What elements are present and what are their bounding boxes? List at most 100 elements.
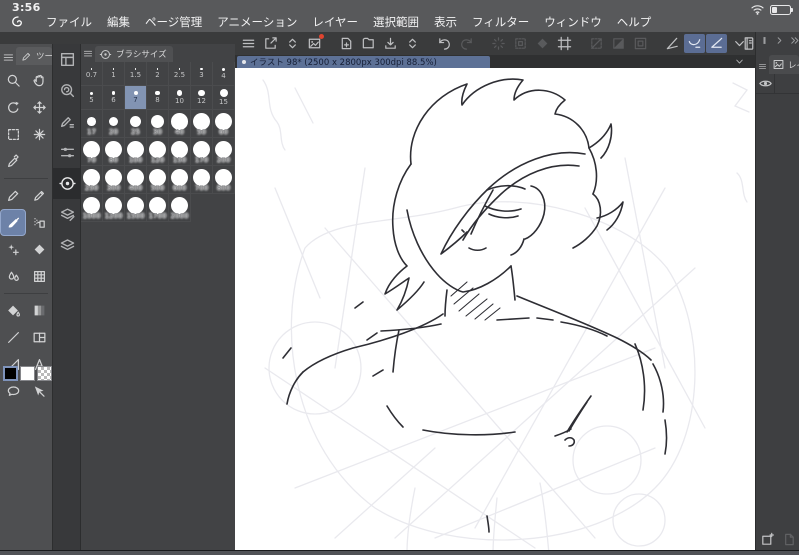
- brush-size-15[interactable]: 15: [213, 86, 235, 110]
- brush-size-8[interactable]: 8: [147, 86, 169, 110]
- menu-item-6[interactable]: 表示: [434, 14, 457, 30]
- redo-button[interactable]: [456, 34, 477, 53]
- tool-operation[interactable]: [26, 378, 52, 405]
- brush-size-800[interactable]: 800: [213, 166, 235, 194]
- tool-rotate-canvas[interactable]: [0, 94, 26, 121]
- snap-special-ruler-button[interactable]: [683, 34, 705, 53]
- main-menu-button[interactable]: [238, 34, 259, 53]
- tool-frame-border[interactable]: [26, 324, 52, 351]
- palette-button-layers[interactable]: [53, 230, 81, 261]
- brush-size-200[interactable]: 200: [213, 138, 235, 166]
- document-tab[interactable]: イラスト 98* (2500 x 2800px 300dpi 88.5%): [237, 55, 490, 68]
- layer-panel-menu-icon[interactable]: [758, 61, 767, 72]
- brush-size-700[interactable]: 700: [191, 166, 213, 194]
- brush-size-2000[interactable]: 2000: [169, 194, 191, 222]
- palette-button-brush-size[interactable]: [53, 168, 81, 199]
- brush-size-40[interactable]: 40: [169, 110, 191, 138]
- brush-size-1[interactable]: 1: [103, 62, 125, 86]
- brush-size-7[interactable]: 7: [125, 86, 147, 110]
- brush-size-600[interactable]: 600: [169, 166, 191, 194]
- panel-expand-all-icon[interactable]: [789, 35, 799, 46]
- brush-size-70[interactable]: 70: [81, 138, 103, 166]
- brush-size-170[interactable]: 170: [191, 138, 213, 166]
- brush-size-tab[interactable]: ブラシサイズ: [95, 46, 173, 62]
- deselect-button[interactable]: [586, 34, 607, 53]
- brush-size-1-5[interactable]: 1.5: [125, 62, 147, 86]
- select-launcher-button[interactable]: [488, 34, 509, 53]
- brush-size-1200[interactable]: 1200: [103, 194, 125, 222]
- menu-item-5[interactable]: 選択範囲: [373, 14, 419, 30]
- tool-fill[interactable]: [0, 297, 26, 324]
- main-color-swatch[interactable]: [3, 366, 18, 381]
- clip-studio-logo-icon[interactable]: [10, 14, 26, 30]
- brush-size-300[interactable]: 300: [103, 166, 125, 194]
- canvas[interactable]: [235, 68, 755, 555]
- panel-expand-icon[interactable]: [774, 35, 785, 46]
- save-file-button[interactable]: [380, 34, 401, 53]
- new-canvas-button[interactable]: [336, 34, 357, 53]
- brush-size-500[interactable]: 500: [147, 166, 169, 194]
- brush-size-5[interactable]: 5: [81, 86, 103, 110]
- crop-frame-button[interactable]: [554, 34, 575, 53]
- brush-size-25[interactable]: 25: [125, 110, 147, 138]
- layer-panel-tab[interactable]: レイヤー: [769, 55, 799, 74]
- layer-row[interactable]: [756, 74, 799, 94]
- brush-size-50[interactable]: 50: [191, 110, 213, 138]
- tool-hand[interactable]: [26, 67, 52, 94]
- snap-grid-button[interactable]: [705, 34, 727, 53]
- new-page-icon[interactable]: [781, 532, 796, 547]
- brush-size-60[interactable]: 60: [213, 110, 235, 138]
- brush-size-12[interactable]: 12: [191, 86, 213, 110]
- palette-button-tool-property[interactable]: [53, 44, 81, 75]
- brush-size-17[interactable]: 17: [81, 110, 103, 138]
- tool-gradient[interactable]: [26, 297, 52, 324]
- menu-item-2[interactable]: ページ管理: [145, 14, 202, 30]
- brush-size-30[interactable]: 30: [147, 110, 169, 138]
- open-file-button[interactable]: [358, 34, 379, 53]
- eye-icon[interactable]: [756, 74, 775, 93]
- brush-size-2-5[interactable]: 2.5: [169, 62, 191, 86]
- brush-size-1000[interactable]: 1000: [81, 194, 103, 222]
- tab-bar-chevron-icon[interactable]: [734, 55, 745, 68]
- new-layer-icon[interactable]: [760, 532, 775, 547]
- tool-decoration[interactable]: [0, 236, 26, 263]
- tool-pencil[interactable]: [26, 182, 52, 209]
- brush-size-10[interactable]: 10: [169, 86, 191, 110]
- tool-liquify[interactable]: [26, 263, 52, 290]
- brush-size-3[interactable]: 3: [191, 62, 213, 86]
- tool-auto-select[interactable]: [26, 121, 52, 148]
- menu-item-1[interactable]: 編集: [107, 14, 130, 30]
- menu-item-8[interactable]: ウィンドウ: [544, 14, 602, 30]
- tool-selection[interactable]: [0, 121, 26, 148]
- tool-palette-menu-icon[interactable]: [2, 52, 15, 64]
- menu-item-0[interactable]: ファイル: [46, 14, 92, 30]
- sub-color-swatch[interactable]: [20, 366, 35, 381]
- tool-eraser[interactable]: [26, 236, 52, 263]
- brush-size-1500[interactable]: 1500: [125, 194, 147, 222]
- brush-size-80[interactable]: 80: [103, 138, 125, 166]
- brush-size-400[interactable]: 400: [125, 166, 147, 194]
- snap-ruler-button[interactable]: [662, 34, 683, 53]
- edit-shortcut-button[interactable]: [260, 34, 281, 53]
- brush-size-20[interactable]: 20: [103, 110, 125, 138]
- tool-blend[interactable]: [0, 263, 26, 290]
- transparent-color-swatch[interactable]: [37, 366, 52, 381]
- brush-size-0-7[interactable]: 0.7: [81, 62, 103, 86]
- panel-bar-icon[interactable]: [759, 35, 770, 46]
- fill-diamond-button[interactable]: [532, 34, 553, 53]
- menu-item-3[interactable]: アニメーション: [217, 14, 297, 30]
- gallery-button[interactable]: [304, 34, 325, 53]
- brush-size-4[interactable]: 4: [213, 62, 235, 86]
- brush-size-1700[interactable]: 1700: [147, 194, 169, 222]
- menu-item-4[interactable]: レイヤー: [312, 14, 358, 30]
- tool-eyedropper[interactable]: [0, 148, 26, 175]
- collapse-arrows-button[interactable]: [402, 34, 423, 53]
- tool-brush[interactable]: [0, 209, 26, 236]
- select-layer-button[interactable]: [510, 34, 531, 53]
- brush-size-6[interactable]: 6: [103, 86, 125, 110]
- undo-button[interactable]: [434, 34, 455, 53]
- palette-button-tool-slider[interactable]: [53, 137, 81, 168]
- tool-airbrush[interactable]: [26, 209, 52, 236]
- tool-move[interactable]: [26, 94, 52, 121]
- tool-palette-tab[interactable]: ツール: [16, 47, 52, 65]
